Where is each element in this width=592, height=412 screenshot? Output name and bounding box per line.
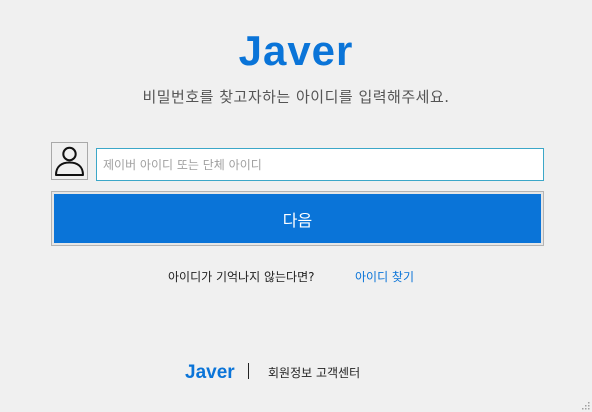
next-button[interactable]: 다음: [54, 194, 541, 243]
footer-divider: [248, 363, 249, 379]
page-subtitle: 비밀번호를 찾고자하는 아이디를 입력해주세요.: [142, 88, 450, 106]
resize-grip-icon[interactable]: [580, 400, 590, 410]
forgot-id-question: 아이디가 기억나지 않는다면?: [168, 270, 315, 284]
find-id-link[interactable]: 아이디 찾기: [355, 268, 414, 286]
customer-center-link[interactable]: 회원정보 고객센터: [268, 364, 360, 382]
avatar: [51, 142, 88, 180]
next-button-frame: 다음: [51, 191, 544, 246]
id-input[interactable]: [96, 148, 544, 181]
javer-logo: Javer: [238, 27, 354, 74]
footer-logo: Javer: [185, 362, 235, 383]
user-icon: [55, 146, 84, 176]
